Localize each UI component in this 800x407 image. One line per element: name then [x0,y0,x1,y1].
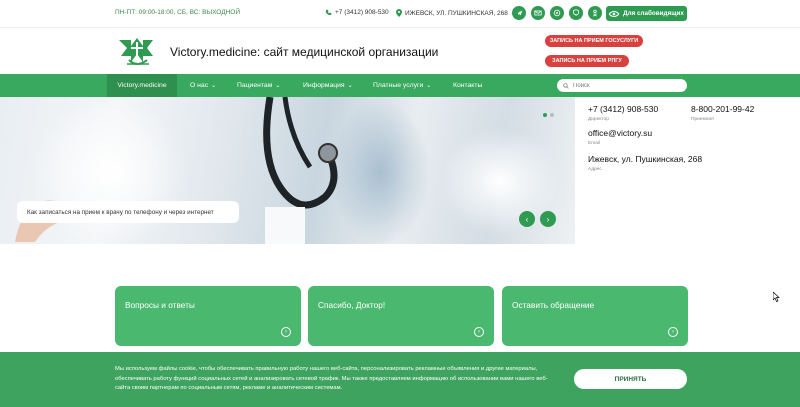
search-box [557,79,687,92]
address-label: Адрес [588,167,602,172]
nav-item-label: Информация [303,82,345,89]
quick-links: Вопросы и ответы › Спасибо, Доктор! › Ос… [115,286,688,346]
reception-phone[interactable]: 8-800-201-99-42 [691,104,754,114]
top-bar: ПН-ПТ: 09:00-18:00, СБ, ВС: ВЫХОДНОЙ +7 … [0,0,800,27]
nav-item-label: Контакты [453,82,483,89]
card-title: Оставить обращение [512,300,595,310]
contact-email: office@victory.su Email [588,128,652,146]
email-link[interactable]: office@victory.su [588,128,652,138]
top-phone-link[interactable]: +7 (3412) 908-530 [325,9,389,16]
search-icon[interactable] [563,82,569,89]
site-header: Victory.medicine: сайт медицинской орган… [0,27,800,74]
site-title: Victory.medicine: сайт медицинской орган… [170,45,439,59]
rpgu-appointment-button[interactable]: ЗАПИСЬ НА ПРИЕМ РПГУ [545,55,629,67]
arrow-right-icon: › [474,327,484,337]
viber-icon[interactable] [569,6,583,20]
top-phone: +7 (3412) 908-530 [335,9,389,16]
cookie-text: Мы используем файлы cookie, чтобы обеспе… [115,366,548,391]
email-label: Email [588,141,600,146]
cookie-accept-button[interactable]: ПРИНЯТЬ [574,369,687,389]
card-title: Вопросы и ответы [125,300,195,310]
logo-icon[interactable] [115,34,159,70]
address-text: Ижевск, ул. Пушкинская, 268 [588,154,703,164]
low-vision-label: Для слабовидящих [623,10,684,17]
nav-item-label: О нас [190,82,209,89]
card-faq[interactable]: Вопросы и ответы › [115,286,301,346]
location-pin-icon [396,9,402,17]
main-nav: Victory.medicine О нас ⌄ Пациентам ⌄ Инф… [0,74,800,97]
slider-dot[interactable] [550,113,554,117]
nav-item-information[interactable]: Информация ⌄ [303,82,353,89]
contact-address: Ижевск, ул. Пушкинская, 268 Адрес [588,154,702,172]
top-address: ИЖЕВСК, УЛ. ПУШКИНСКАЯ, 268 [396,9,508,17]
cookie-banner: Мы используем файлы cookie, чтобы обеспе… [0,352,800,407]
contacts-panel: +7 (3412) 908-530 Директор 8-800-201-99-… [575,97,800,244]
nav-item-patients[interactable]: Пациентам ⌄ [237,82,280,89]
slider-dot-active[interactable] [543,113,547,117]
social-links [512,6,602,20]
gosuslugi-appointment-button[interactable]: ЗАПИСЬ НА ПРИЕМ ГОСУСЛУГИ [545,35,643,47]
mail-icon[interactable] [531,6,545,20]
arrow-right-icon: › [281,327,291,337]
chevron-down-icon: ⌄ [211,83,217,89]
chevron-down-icon: ⌄ [347,83,353,89]
card-title: Спасибо, Доктор! [318,300,386,310]
stethoscope-image [263,97,338,244]
telegram-icon[interactable] [512,6,526,20]
search-input[interactable] [573,82,673,89]
chevron-down-icon: ⌄ [275,83,281,89]
nav-item-about[interactable]: О нас ⌄ [190,82,216,89]
slider-dots [543,113,554,117]
top-address-text: ИЖЕВСК, УЛ. ПУШКИНСКАЯ, 268 [405,9,508,17]
director-phone[interactable]: +7 (3412) 908-530 [588,104,658,114]
hero-slider: Как записаться на прием к врачу по телеф… [0,97,575,244]
nav-item-label: Пациентам [237,82,273,89]
slider-prev-button[interactable]: ‹ [519,211,535,227]
nav-home[interactable]: Victory.medicine [107,74,177,97]
director-label: Директор [588,117,609,122]
contact-reception: 8-800-201-99-42 Приемная [691,104,754,122]
nav-item-label: Платные услуги [373,82,424,89]
contact-director: +7 (3412) 908-530 Директор [588,104,658,122]
odnoklassniki-icon[interactable] [588,6,602,20]
nav-item-paid-services[interactable]: Платные услуги ⌄ [373,82,431,89]
eye-icon [609,10,620,17]
nav-item-contacts[interactable]: Контакты [453,82,482,89]
whatsapp-icon[interactable] [550,6,564,20]
card-thanks-doctor[interactable]: Спасибо, Доктор! › [308,286,494,346]
mouse-cursor-icon [773,292,780,302]
slider-next-button[interactable]: › [540,211,556,227]
reception-label: Приемная [691,117,714,122]
arrow-right-icon: › [668,327,678,337]
phone-icon [325,9,332,16]
chevron-down-icon: ⌄ [426,83,432,89]
low-vision-button[interactable]: Для слабовидящих [606,6,687,21]
working-hours: ПН-ПТ: 09:00-18:00, СБ, ВС: ВЫХОДНОЙ [115,9,241,16]
slide-caption[interactable]: Как записаться на прием к врачу по телеф… [17,201,239,223]
card-feedback[interactable]: Оставить обращение › [502,286,688,346]
